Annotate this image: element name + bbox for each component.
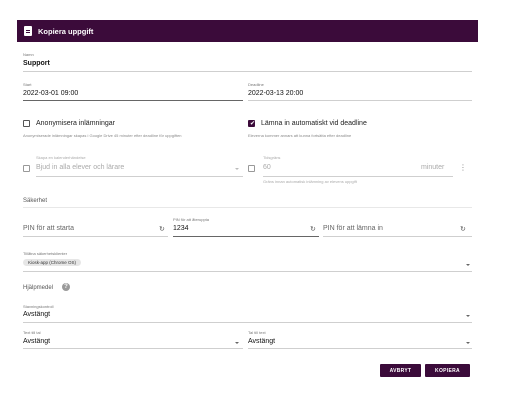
tts-label: Text till tal bbox=[23, 330, 41, 335]
security-heading: Säkerhet bbox=[23, 198, 48, 204]
invite-underline bbox=[36, 176, 243, 177]
clients-chip[interactable]: Kiosk-app (Chrome OS) bbox=[23, 259, 82, 266]
help-icon[interactable]: ? bbox=[62, 283, 70, 291]
copy-button[interactable]: KOPIERA bbox=[425, 364, 470, 377]
deadline-input[interactable]: 2022-03-13 20:00 bbox=[248, 90, 303, 97]
pin-start-underline bbox=[23, 236, 168, 237]
pin-submit-input[interactable]: PIN för att lämna in bbox=[323, 225, 383, 232]
tts-select[interactable]: Avstängt bbox=[23, 338, 50, 345]
deadline-label: Deadline bbox=[248, 82, 264, 87]
invite-checkbox[interactable] bbox=[23, 165, 30, 172]
visibility-icon[interactable]: ↻ bbox=[159, 225, 165, 233]
aids-heading: Hjälpmedel bbox=[23, 285, 54, 291]
stt-label: Tal till text bbox=[248, 330, 266, 335]
dialog-titlebar: Kopiera uppgift bbox=[17, 20, 478, 42]
name-underline bbox=[23, 71, 472, 72]
anonymize-help: Anonymiserade inlämningar skapas i Googl… bbox=[23, 133, 182, 138]
spell-underline bbox=[23, 322, 472, 323]
spell-label: Stavningskontroll bbox=[23, 304, 54, 309]
pin-reopen-underline bbox=[173, 236, 319, 237]
stt-select[interactable]: Avstängt bbox=[248, 338, 275, 345]
pin-start-input[interactable]: PIN för att starta bbox=[23, 225, 74, 232]
time-limit-checkbox[interactable] bbox=[248, 165, 255, 172]
auto-submit-label: Lämna in automatiskt vid deadline bbox=[261, 120, 367, 127]
clipboard-icon bbox=[24, 26, 32, 36]
clients-chevron-down-icon[interactable] bbox=[466, 264, 470, 266]
visibility-icon[interactable]: ↻ bbox=[460, 225, 466, 233]
start-underline bbox=[23, 100, 243, 101]
stt-underline bbox=[248, 348, 472, 349]
security-divider bbox=[23, 207, 472, 208]
start-label: Start bbox=[23, 82, 32, 87]
spell-select[interactable]: Avstängt bbox=[23, 311, 50, 318]
pin-submit-underline bbox=[323, 236, 472, 237]
invite-label: Skapa en kalenderhändelse bbox=[36, 155, 86, 160]
pin-reopen-label: PIN för att återuppta bbox=[173, 217, 210, 222]
auto-submit-checkbox[interactable] bbox=[248, 120, 255, 127]
time-limit-label: Tidsgräns bbox=[263, 155, 281, 160]
cancel-button[interactable]: AVBRYT bbox=[380, 364, 421, 377]
anonymize-checkbox[interactable] bbox=[23, 120, 30, 127]
time-limit-underline bbox=[263, 176, 453, 177]
spell-chevron-down-icon[interactable] bbox=[466, 315, 470, 317]
tts-chevron-down-icon[interactable] bbox=[235, 342, 239, 344]
clients-underline bbox=[23, 271, 472, 272]
visibility-icon[interactable]: ↻ bbox=[310, 225, 316, 233]
more-vert-icon[interactable]: ⋮ bbox=[459, 163, 467, 172]
time-limit-help: Gräns innan automatisk inlämning av elev… bbox=[263, 179, 357, 184]
auto-submit-help: Eleverna kommer annars att kunna fortsät… bbox=[248, 133, 352, 138]
name-input[interactable]: Support bbox=[23, 60, 50, 67]
name-label: Namn bbox=[23, 52, 34, 57]
clients-label: Tillåtna säkerhetsklienter bbox=[23, 251, 68, 256]
tts-underline bbox=[23, 348, 243, 349]
invite-select[interactable]: Bjud in alla elever och lärare bbox=[36, 164, 124, 171]
dialog-title: Kopiera uppgift bbox=[38, 26, 94, 36]
stt-chevron-down-icon[interactable] bbox=[466, 342, 470, 344]
start-input[interactable]: 2022-03-01 09:00 bbox=[23, 90, 78, 97]
copy-assignment-dialog: Kopiera uppgift Namn Support Start 2022-… bbox=[17, 20, 478, 388]
deadline-underline bbox=[248, 100, 472, 101]
pin-reopen-input[interactable]: 1234 bbox=[173, 225, 189, 232]
time-limit-unit: minuter bbox=[421, 164, 445, 171]
invite-chevron-down-icon[interactable] bbox=[235, 168, 239, 170]
anonymize-label: Anonymisera inlämningar bbox=[36, 120, 115, 127]
time-limit-input[interactable]: 60 bbox=[263, 164, 271, 171]
